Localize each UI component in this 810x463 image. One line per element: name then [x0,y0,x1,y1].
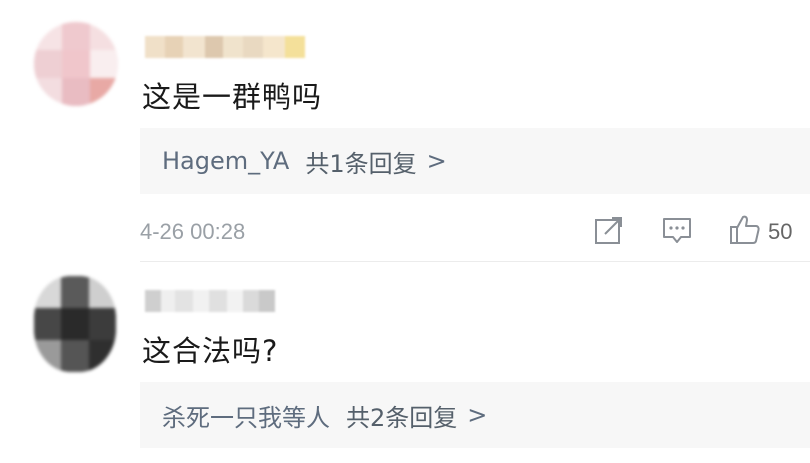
like-count: 50 [768,219,793,244]
reply-count[interactable]: 共1条回复 [305,144,416,179]
reply-count[interactable]: 共2条回复 [346,398,457,433]
reply-author[interactable]: 杀死一只我等人 [162,398,330,433]
share-icon[interactable] [592,213,626,247]
comment-item: 这是一群鸭吗 Hagem_YA 共1条回复 > 4-26 00:28 50 [0,0,810,262]
username[interactable] [145,290,275,312]
comment-text: 这合法吗? [142,334,279,368]
username[interactable] [145,36,305,58]
comment-meta: 4-26 00:28 50 [140,213,810,253]
chevron-right-icon: > [467,401,488,429]
reply-preview[interactable]: Hagem_YA 共1条回复 > [140,128,810,194]
reply-author[interactable]: Hagem_YA [162,147,289,175]
avatar[interactable] [34,22,118,106]
comment-text: 这是一群鸭吗 [142,80,323,114]
reply-preview[interactable]: 杀死一只我等人 共2条回复 > [140,382,810,448]
comment-item: 这合法吗? 杀死一只我等人 共2条回复 > [0,262,810,463]
avatar[interactable] [34,276,116,372]
comment-icon[interactable] [660,213,694,247]
thumbs-up-icon[interactable] [728,213,762,247]
timestamp: 4-26 00:28 [140,219,246,244]
chevron-right-icon: > [426,147,447,175]
